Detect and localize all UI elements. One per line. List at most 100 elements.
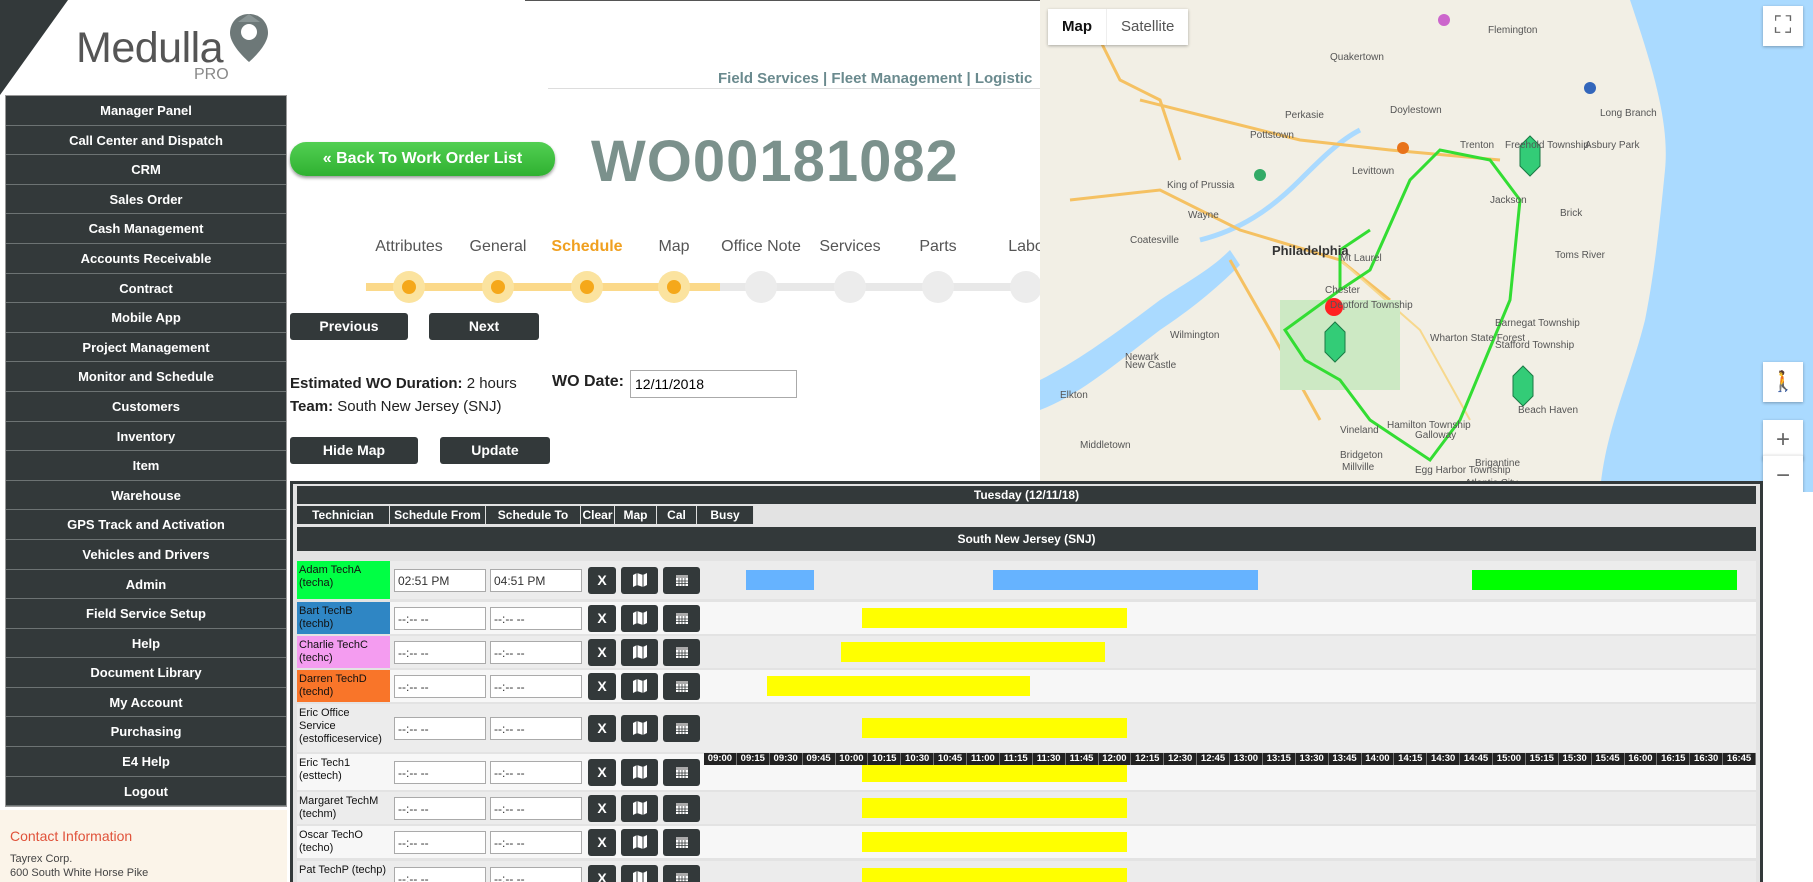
step-dot[interactable]	[482, 271, 514, 303]
schedule-to-input[interactable]	[490, 717, 582, 740]
sidebar-item-manager-panel[interactable]: Manager Panel	[6, 96, 286, 126]
step-tab-map[interactable]: Map	[658, 238, 689, 256]
previous-button[interactable]: Previous	[290, 313, 408, 340]
calendar-icon[interactable]	[663, 639, 700, 666]
schedule-from-input[interactable]	[394, 867, 486, 882]
route-map[interactable]: Flemington Quakertown Perkasie Doylestown Po…	[1040, 0, 1813, 492]
map-type-map[interactable]: Map	[1048, 9, 1107, 45]
clear-button[interactable]: X	[588, 715, 616, 742]
calendar-icon[interactable]	[663, 829, 700, 856]
schedule-to-input[interactable]	[490, 761, 582, 784]
calendar-icon[interactable]	[663, 759, 700, 786]
calendar-icon[interactable]	[663, 865, 700, 882]
sidebar-item-purchasing[interactable]: Purchasing	[6, 717, 286, 748]
step-dot[interactable]	[745, 271, 777, 303]
map-type-satellite[interactable]: Satellite	[1107, 9, 1188, 45]
sidebar-item-monitor-and-schedule[interactable]: Monitor and Schedule	[6, 362, 286, 392]
sidebar-item-crm[interactable]: CRM	[6, 155, 286, 185]
step-dot[interactable]	[658, 271, 690, 303]
sidebar-item-warehouse[interactable]: Warehouse	[6, 481, 286, 511]
hide-map-button[interactable]: Hide Map	[290, 437, 418, 464]
step-tab-services[interactable]: Services	[819, 238, 880, 256]
sidebar-item-item[interactable]: Item	[6, 451, 286, 481]
map-icon[interactable]	[621, 639, 658, 666]
work-order-number: WO00181082	[591, 129, 959, 194]
sidebar-item-gps-track-and-activation[interactable]: GPS Track and Activation	[6, 510, 286, 540]
calendar-icon[interactable]	[663, 795, 700, 822]
clear-button[interactable]: X	[588, 759, 616, 786]
busy-timeline	[704, 704, 1756, 752]
step-dot[interactable]	[1010, 271, 1042, 303]
step-tab-parts[interactable]: Parts	[919, 238, 956, 256]
calendar-icon[interactable]	[663, 673, 700, 700]
map-icon[interactable]	[621, 829, 658, 856]
schedule-from-input[interactable]	[394, 569, 486, 592]
map-icon[interactable]	[621, 715, 658, 742]
sidebar-item-cash-management[interactable]: Cash Management	[6, 214, 286, 244]
schedule-to-input[interactable]	[490, 867, 582, 882]
clear-button[interactable]: X	[588, 567, 616, 594]
map-icon[interactable]	[621, 795, 658, 822]
schedule-to-input[interactable]	[490, 607, 582, 630]
sidebar-item-field-service-setup[interactable]: Field Service Setup	[6, 599, 286, 629]
clear-button[interactable]: X	[588, 865, 616, 882]
step-dot[interactable]	[922, 271, 954, 303]
step-dot[interactable]	[571, 271, 603, 303]
map-icon[interactable]	[621, 865, 658, 882]
sidebar-item-accounts-receivable[interactable]: Accounts Receivable	[6, 244, 286, 274]
schedule-from-input[interactable]	[394, 641, 486, 664]
sidebar-item-project-management[interactable]: Project Management	[6, 333, 286, 363]
step-tab-schedule[interactable]: Schedule	[551, 238, 622, 256]
step-tab-general[interactable]: General	[470, 238, 527, 256]
clear-button[interactable]: X	[588, 673, 616, 700]
sidebar-item-document-library[interactable]: Document Library	[6, 658, 286, 688]
sidebar-item-admin[interactable]: Admin	[6, 570, 286, 600]
step-dot[interactable]	[393, 271, 425, 303]
schedule-to-input[interactable]	[490, 831, 582, 854]
map-icon[interactable]	[621, 567, 658, 594]
schedule-from-input[interactable]	[394, 717, 486, 740]
sidebar-item-customers[interactable]: Customers	[6, 392, 286, 422]
wo-date-input[interactable]	[630, 370, 797, 398]
schedule-to-input[interactable]	[490, 569, 582, 592]
sidebar-item-my-account[interactable]: My Account	[6, 688, 286, 718]
clear-button[interactable]: X	[588, 795, 616, 822]
next-button[interactable]: Next	[429, 313, 539, 340]
sidebar-item-help[interactable]: Help	[6, 629, 286, 659]
street-view-pegman-icon[interactable]: 🚶	[1763, 362, 1803, 402]
clear-button[interactable]: X	[588, 829, 616, 856]
fullscreen-icon[interactable]: ⛶	[1763, 6, 1803, 46]
clear-button[interactable]: X	[588, 639, 616, 666]
step-tab-labo[interactable]: Labo	[1008, 238, 1044, 256]
calendar-icon[interactable]	[663, 567, 700, 594]
schedule-from-input[interactable]	[394, 675, 486, 698]
map-icon[interactable]	[621, 759, 658, 786]
schedule-from-input[interactable]	[394, 797, 486, 820]
zoom-in-icon[interactable]: +	[1763, 420, 1803, 460]
update-button[interactable]: Update	[440, 437, 550, 464]
clear-button[interactable]: X	[588, 605, 616, 632]
sidebar-item-contract[interactable]: Contract	[6, 274, 286, 304]
sidebar-item-vehicles-and-drivers[interactable]: Vehicles and Drivers	[6, 540, 286, 570]
sidebar-item-mobile-app[interactable]: Mobile App	[6, 303, 286, 333]
schedule-from-input[interactable]	[394, 607, 486, 630]
sidebar-item-sales-order[interactable]: Sales Order	[6, 185, 286, 215]
map-icon[interactable]	[621, 605, 658, 632]
schedule-to-input[interactable]	[490, 641, 582, 664]
step-dot[interactable]	[834, 271, 866, 303]
schedule-from-input[interactable]	[394, 761, 486, 784]
schedule-from-input[interactable]	[394, 831, 486, 854]
back-to-work-order-list-button[interactable]: « Back To Work Order List	[290, 142, 555, 176]
calendar-icon[interactable]	[663, 715, 700, 742]
schedule-to-input[interactable]	[490, 675, 582, 698]
sidebar-item-call-center-and-dispatch[interactable]: Call Center and Dispatch	[6, 126, 286, 156]
sidebar-item-e4-help[interactable]: E4 Help	[6, 747, 286, 777]
sidebar-item-logout[interactable]: Logout	[6, 777, 286, 807]
calendar-icon[interactable]	[663, 605, 700, 632]
map-icon[interactable]	[621, 673, 658, 700]
step-tab-office-note[interactable]: Office Note	[721, 238, 801, 256]
sidebar-item-inventory[interactable]: Inventory	[6, 422, 286, 452]
schedule-to-input[interactable]	[490, 797, 582, 820]
zoom-out-icon[interactable]: −	[1763, 455, 1803, 492]
step-tab-attributes[interactable]: Attributes	[375, 238, 443, 256]
